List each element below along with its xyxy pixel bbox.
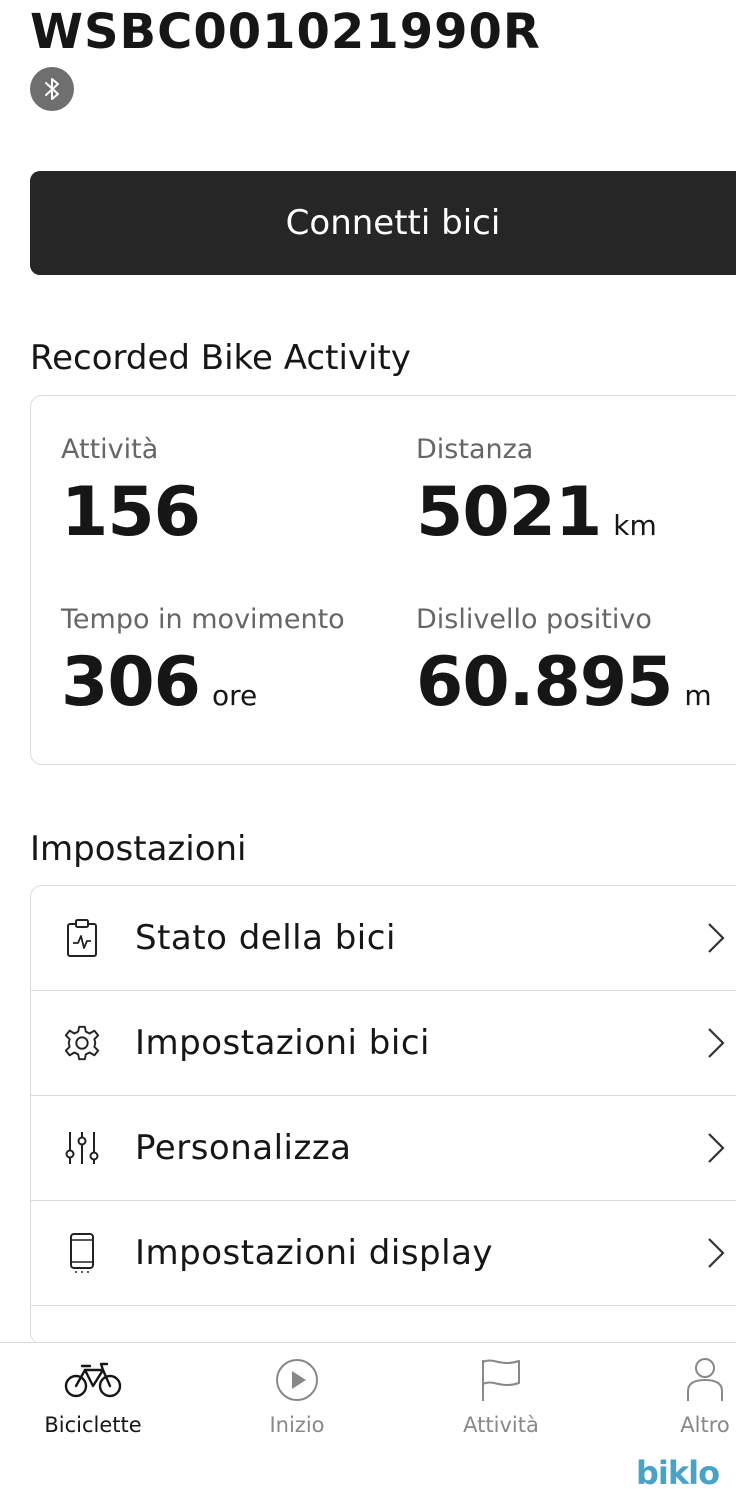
bike-serial-title: WSBC001021990R xyxy=(30,4,541,60)
settings-item-customize[interactable]: Personalizza xyxy=(31,1096,736,1201)
stat-value: 306 xyxy=(61,643,201,722)
person-icon xyxy=(685,1357,725,1403)
sliders-icon xyxy=(63,1128,101,1168)
stat-label: Distanza xyxy=(416,434,534,465)
stat-value: 5021 xyxy=(416,473,602,552)
settings-item-label: Personalizza xyxy=(135,1128,352,1168)
stat-label: Dislivello positivo xyxy=(416,604,652,635)
stat-unit: km xyxy=(613,509,657,542)
settings-item-label: Stato della bici xyxy=(135,918,396,958)
stat-label: Attività xyxy=(61,434,159,465)
settings-item-display-settings[interactable]: Impostazioni display xyxy=(31,1201,736,1306)
stat-moving-time: Tempo in movimento 306 ore xyxy=(61,604,345,717)
settings-section-title: Impostazioni xyxy=(30,829,247,869)
brand-watermark: biklo xyxy=(636,1454,720,1492)
stat-distance: Distanza 5021 km xyxy=(416,434,657,547)
clipboard-pulse-icon xyxy=(63,918,101,958)
play-circle-icon xyxy=(275,1357,319,1403)
stat-activities: Attività 156 xyxy=(61,434,201,552)
chevron-right-icon xyxy=(708,923,725,953)
stat-unit: ore xyxy=(211,679,258,712)
tab-label: Attività xyxy=(463,1413,539,1437)
settings-item-label: Impostazioni display xyxy=(135,1233,494,1273)
stat-unit: m xyxy=(684,679,712,712)
activity-section-title: Recorded Bike Activity xyxy=(30,338,411,378)
bluetooth-icon xyxy=(45,78,59,100)
phone-display-icon xyxy=(63,1233,101,1273)
connect-bike-button[interactable]: Connetti bici xyxy=(30,171,736,275)
stat-elevation: Dislivello positivo 60.895 m xyxy=(416,604,712,717)
settings-item-label: Impostazioni bici xyxy=(135,1023,430,1063)
chevron-right-icon xyxy=(708,1133,725,1163)
tab-label: Biciclette xyxy=(44,1413,142,1437)
settings-item-bike-settings[interactable]: Impostazioni bici xyxy=(31,991,736,1096)
tab-activities[interactable]: Attività xyxy=(426,1343,576,1453)
bicycle-icon xyxy=(63,1357,123,1403)
activity-stats-card: Attività 156 Distanza 5021 km Tempo in m… xyxy=(30,395,736,765)
bluetooth-status-badge xyxy=(30,67,74,111)
chevron-right-icon xyxy=(708,1238,725,1268)
tab-more[interactable]: Altro xyxy=(630,1343,736,1453)
chevron-right-icon xyxy=(708,1028,725,1058)
gear-icon xyxy=(63,1023,101,1063)
stat-value: 60.895 xyxy=(416,643,673,722)
settings-list: Stato della bici Impostazioni bici Perso… xyxy=(30,885,736,1345)
tab-label: Inizio xyxy=(269,1413,325,1437)
stat-value: 156 xyxy=(61,473,201,552)
tab-label: Altro xyxy=(680,1413,730,1437)
bottom-tab-bar: Biciclette Inizio Attività Altro xyxy=(0,1342,736,1501)
stat-label: Tempo in movimento xyxy=(61,604,345,635)
flag-icon xyxy=(479,1357,523,1403)
settings-item-bike-status[interactable]: Stato della bici xyxy=(31,886,736,991)
tab-bikes[interactable]: Biciclette xyxy=(18,1343,168,1453)
tab-home[interactable]: Inizio xyxy=(222,1343,372,1453)
